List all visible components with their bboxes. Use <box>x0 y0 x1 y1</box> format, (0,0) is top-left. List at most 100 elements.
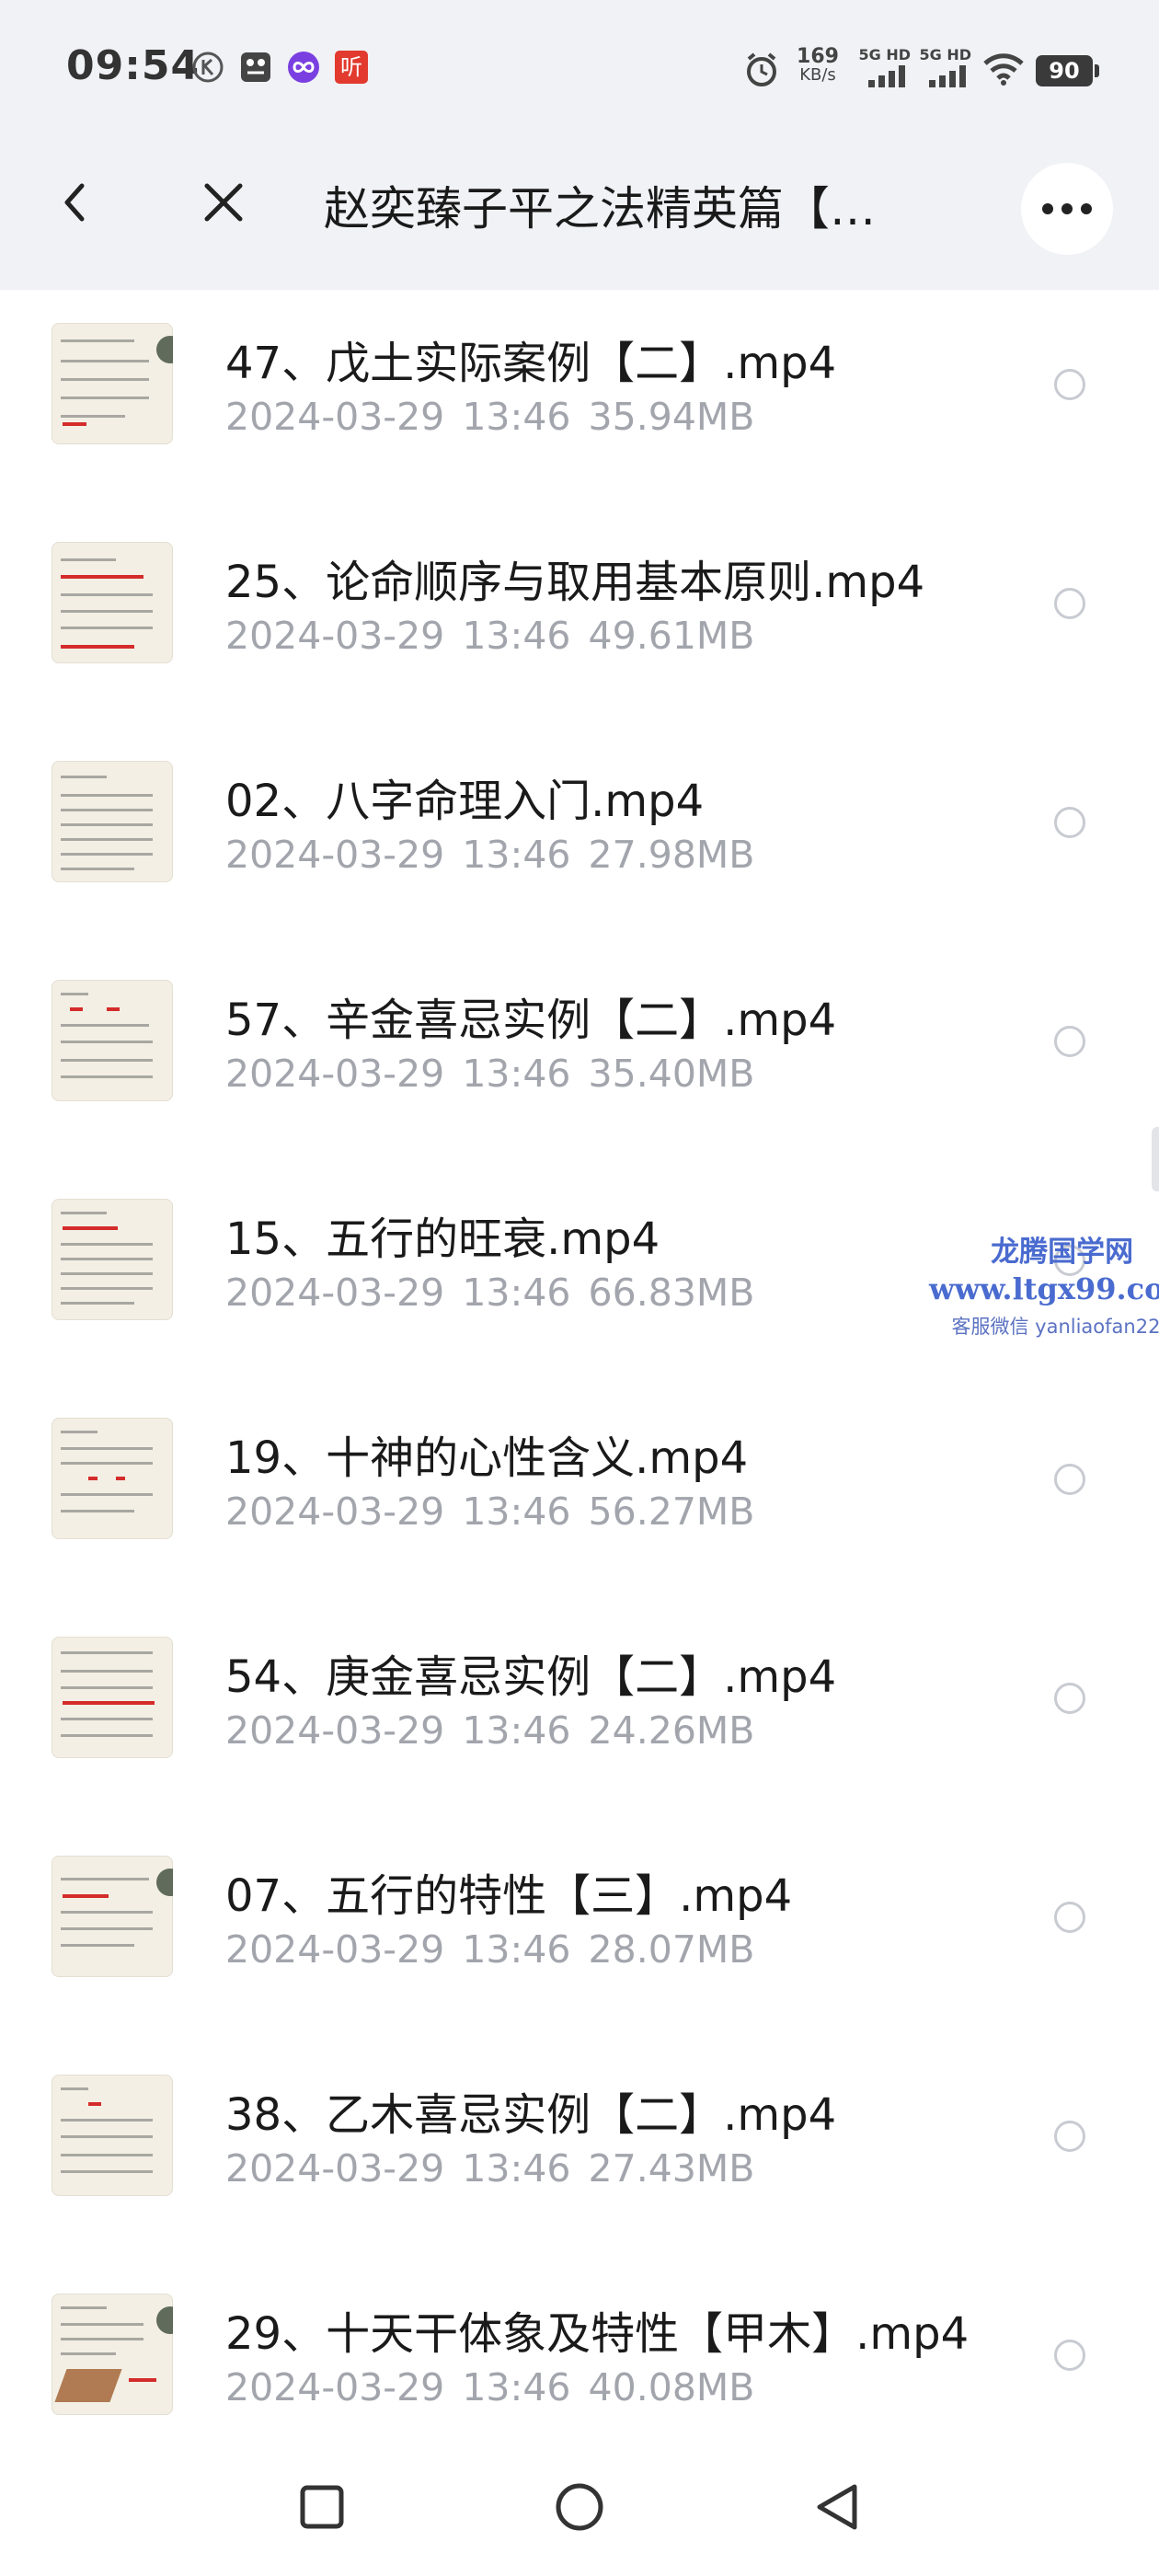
file-size: 49.61MB <box>588 614 755 658</box>
watermark-url: www.ltgx99.com <box>929 1271 1159 1306</box>
status-bar: 09:54 听 169 KB/s 5G HD 5G HD 90 <box>0 0 1159 115</box>
file-meta: 2024-03-29 13:46 28.07MB <box>225 1927 754 1972</box>
select-radio[interactable] <box>1054 1683 1085 1714</box>
file-size: 24.26MB <box>588 1708 755 1753</box>
file-size: 27.43MB <box>588 2146 755 2191</box>
video-thumbnail <box>52 761 173 882</box>
file-name: 29、十天干体象及特性【甲木】.mp4 <box>225 2308 970 2360</box>
file-date: 2024-03-29 <box>225 1271 445 1315</box>
file-size: 28.07MB <box>588 1927 755 1972</box>
file-time: 13:46 <box>462 614 571 658</box>
status-time: 09:54 <box>66 42 201 89</box>
back-nav-button[interactable] <box>809 2479 865 2535</box>
file-size: 27.98MB <box>588 833 755 877</box>
chevron-left-icon <box>64 183 85 222</box>
file-time: 13:46 <box>462 1052 571 1096</box>
video-thumbnail <box>52 2075 173 2196</box>
file-name: 54、庚金喜忌实例【二】.mp4 <box>225 1651 837 1703</box>
select-radio[interactable] <box>1054 1464 1085 1495</box>
file-meta: 2024-03-29 13:46 66.83MB <box>225 1271 754 1315</box>
select-radio[interactable] <box>1054 1902 1085 1933</box>
file-time: 13:46 <box>462 1489 571 1534</box>
infinity-app-icon <box>288 52 319 83</box>
signal-bars-icon <box>929 65 966 87</box>
file-item[interactable]: 54、庚金喜忌实例【二】.mp4 2024-03-29 13:46 24.26M… <box>0 1604 1159 1823</box>
file-meta: 2024-03-29 13:46 27.43MB <box>225 2146 754 2191</box>
file-name: 25、论命顺序与取用基本原则.mp4 <box>225 557 925 608</box>
triangle-back-icon <box>817 2484 857 2530</box>
signal-2-label: 5G HD <box>919 46 971 63</box>
file-name: 38、乙木喜忌实例【二】.mp4 <box>225 2089 837 2141</box>
signal-1-label: 5G HD <box>858 46 911 63</box>
watermark-title: 龙腾国学网 <box>991 1236 1134 1269</box>
file-meta: 2024-03-29 13:46 35.94MB <box>225 395 754 439</box>
file-item[interactable]: 38、乙木喜忌实例【二】.mp4 2024-03-29 13:46 27.43M… <box>0 2041 1159 2260</box>
file-date: 2024-03-29 <box>225 395 445 439</box>
file-meta: 2024-03-29 13:46 56.27MB <box>225 1489 754 1534</box>
file-time: 13:46 <box>462 2146 571 2191</box>
file-meta: 2024-03-29 13:46 27.98MB <box>225 833 754 877</box>
file-size: 35.40MB <box>588 1052 755 1096</box>
signal-strength-2: 5G HD <box>916 46 971 91</box>
file-name: 07、五行的特性【三】.mp4 <box>225 1870 793 1922</box>
app-grid-icon <box>241 52 270 82</box>
file-meta: 2024-03-29 13:46 24.26MB <box>225 1708 754 1753</box>
battery-indicator: 90 <box>1036 55 1093 86</box>
file-item[interactable]: 25、论命顺序与取用基本原则.mp4 2024-03-29 13:46 49.6… <box>0 509 1159 728</box>
select-radio[interactable] <box>1054 2340 1085 2371</box>
signal-strength-1: 5G HD <box>855 46 911 91</box>
file-name: 47、戊土实际案例【二】.mp4 <box>225 338 837 389</box>
select-radio[interactable] <box>1054 369 1085 400</box>
signal-bars-icon <box>868 65 905 87</box>
file-size: 66.83MB <box>588 1271 755 1315</box>
file-meta: 2024-03-29 13:46 49.61MB <box>225 614 754 658</box>
video-thumbnail <box>52 323 173 444</box>
circle-icon <box>556 2483 603 2531</box>
video-thumbnail <box>52 1199 173 1320</box>
alarm-icon <box>747 52 776 86</box>
select-radio[interactable] <box>1054 1026 1085 1057</box>
watermark-contact: 客服微信 yanliaofan225 <box>951 1316 1159 1338</box>
k-circle-icon <box>192 52 224 83</box>
video-thumbnail <box>52 1856 173 1977</box>
file-item[interactable]: 57、辛金喜忌实例【二】.mp4 2024-03-29 13:46 35.40M… <box>0 947 1159 1166</box>
home-button[interactable] <box>552 2479 607 2535</box>
file-meta: 2024-03-29 13:46 35.40MB <box>225 1052 754 1096</box>
more-dots-icon <box>1042 203 1092 214</box>
file-date: 2024-03-29 <box>225 1489 445 1534</box>
file-time: 13:46 <box>462 1271 571 1315</box>
file-time: 13:46 <box>462 2365 571 2409</box>
file-item[interactable]: 02、八字命理入门.mp4 2024-03-29 13:46 27.98MB <box>0 728 1159 947</box>
video-thumbnail <box>52 1418 173 1539</box>
file-time: 13:46 <box>462 833 571 877</box>
network-speed-unit: KB/s <box>799 65 836 85</box>
file-date: 2024-03-29 <box>225 2365 445 2409</box>
file-date: 2024-03-29 <box>225 833 445 877</box>
file-date: 2024-03-29 <box>225 614 445 658</box>
more-options-button[interactable] <box>1021 163 1113 255</box>
file-size: 35.94MB <box>588 395 755 439</box>
navigation-bar <box>0 2438 1159 2576</box>
select-radio[interactable] <box>1054 807 1085 838</box>
page-title: 赵奕臻子平之法精英篇【… <box>324 182 876 236</box>
battery-tip <box>1095 64 1099 77</box>
file-item[interactable]: 07、五行的特性【三】.mp4 2024-03-29 13:46 28.07MB <box>0 1823 1159 2041</box>
recents-button[interactable] <box>294 2479 350 2535</box>
select-radio[interactable] <box>1054 588 1085 619</box>
video-thumbnail <box>52 2294 173 2415</box>
select-radio[interactable] <box>1054 2121 1085 2152</box>
video-thumbnail <box>52 1637 173 1758</box>
file-date: 2024-03-29 <box>225 1708 445 1753</box>
file-list: 47、戊土实际案例【二】.mp4 2024-03-29 13:46 35.94M… <box>0 290 1159 2479</box>
file-date: 2024-03-29 <box>225 1052 445 1096</box>
file-name: 19、十神的心性含义.mp4 <box>225 1432 749 1484</box>
back-button[interactable] <box>42 170 107 235</box>
file-item[interactable]: 19、十神的心性含义.mp4 2024-03-29 13:46 56.27MB <box>0 1385 1159 1604</box>
close-button[interactable] <box>191 170 256 235</box>
file-item[interactable]: 47、戊土实际案例【二】.mp4 2024-03-29 13:46 35.94M… <box>0 290 1159 509</box>
file-date: 2024-03-29 <box>225 1927 445 1972</box>
header: 赵奕臻子平之法精英篇【… <box>0 115 1159 290</box>
file-time: 13:46 <box>462 1708 571 1753</box>
file-name: 02、八字命理入门.mp4 <box>225 776 705 827</box>
side-edge-handle[interactable] <box>1152 1127 1159 1191</box>
